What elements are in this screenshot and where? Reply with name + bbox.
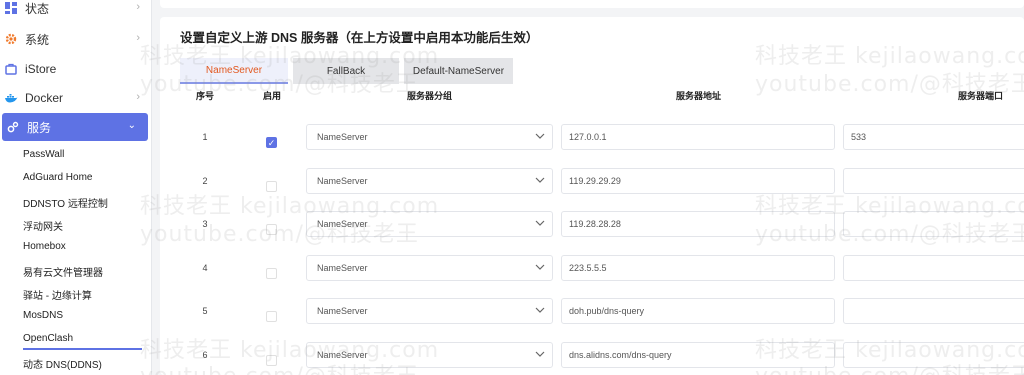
enable-checkbox[interactable] (266, 311, 277, 322)
chevron-right-icon: › (136, 32, 140, 44)
sidebar-subitem-openclash[interactable]: OpenClash (23, 333, 142, 350)
sidebar-item-istore[interactable]: iStore (0, 55, 152, 83)
server-port-input[interactable] (843, 298, 1024, 324)
sidebar-subitem-adguard[interactable]: AdGuard Home (23, 172, 92, 183)
enable-checkbox[interactable]: ✓ (266, 137, 277, 148)
enable-checkbox[interactable] (266, 268, 277, 279)
gear-icon (4, 32, 18, 46)
tab-fallback[interactable]: FallBack (293, 58, 399, 84)
tab-default-nameserver[interactable]: Default-NameServer (404, 58, 513, 84)
row-index: 5 (202, 306, 208, 316)
chevron-down-icon (535, 133, 545, 139)
server-address-input[interactable]: 119.28.28.28 (561, 211, 835, 237)
sidebar-subitem-edge-compute[interactable]: 驿站 - 边缘计算 (23, 287, 92, 302)
server-address-input[interactable]: 119.29.29.29 (561, 168, 835, 194)
server-group-select[interactable]: NameServer (306, 255, 553, 281)
enable-checkbox[interactable] (266, 355, 277, 366)
chevron-down-icon (535, 220, 545, 226)
sidebar-item-status[interactable]: 状态 › (0, 0, 152, 22)
dashboard-icon (4, 1, 18, 15)
sidebar-item-docker[interactable]: Docker › (0, 84, 152, 112)
row-index: 6 (202, 350, 208, 360)
enable-checkbox[interactable] (266, 181, 277, 192)
row-index: 1 (202, 132, 208, 142)
sidebar-item-label: iStore (25, 62, 57, 76)
server-port-input[interactable] (843, 255, 1024, 281)
row-index: 2 (202, 176, 208, 186)
server-port-input[interactable] (843, 168, 1024, 194)
sidebar-subitem-homebox[interactable]: Homebox (23, 241, 66, 252)
column-header-index: 序号 (196, 91, 215, 101)
column-header-enabled: 启用 (263, 91, 282, 101)
server-address-input[interactable]: 223.5.5.5 (561, 255, 835, 281)
chevron-down-icon (535, 264, 545, 270)
section-title: 设置自定义上游 DNS 服务器（在上方设置中启用本功能后生效） (180, 31, 539, 45)
dns-settings-card: 设置自定义上游 DNS 服务器（在上方设置中启用本功能后生效） NameServ… (160, 17, 1024, 375)
chevron-down-icon (535, 177, 545, 183)
chevron-down-icon: ⌄ (127, 120, 136, 131)
server-group-select[interactable]: NameServer (306, 298, 553, 324)
sidebar-subitem-floating-gateway[interactable]: 浮动网关 (23, 218, 63, 233)
server-group-select[interactable]: NameServer (306, 211, 553, 237)
chevron-down-icon (535, 351, 545, 357)
server-address-input[interactable]: doh.pub/dns-query (561, 298, 835, 324)
chevron-right-icon: › (136, 91, 140, 103)
server-port-input[interactable] (843, 211, 1024, 237)
server-port-input[interactable] (843, 342, 1024, 368)
column-header-address: 服务器地址 (676, 91, 722, 101)
sidebar-subitem-mosdns[interactable]: MosDNS (23, 310, 63, 321)
row-index: 4 (202, 263, 208, 273)
sidebar-item-label: 状态 (25, 1, 50, 16)
sidebar-item-label: 服务 (27, 120, 52, 135)
server-group-select[interactable]: NameServer (306, 124, 553, 150)
sidebar-item-services[interactable]: 服务 ⌄ (2, 113, 148, 141)
server-port-input[interactable]: 533 (843, 124, 1024, 150)
sidebar-subitem-ddnsto[interactable]: DDNSTO 远程控制 (23, 195, 108, 210)
docker-icon (4, 91, 18, 105)
server-group-select[interactable]: NameServer (306, 342, 553, 368)
sidebar-subitem-ddns[interactable]: 动态 DNS(DDNS) (23, 356, 102, 371)
sidebar-item-label: Docker (25, 91, 64, 105)
column-header-port: 服务器端口 (958, 91, 1004, 101)
sidebar-subitem-file-manager[interactable]: 易有云文件管理器 (23, 264, 103, 279)
sidebar-subitem-passwall[interactable]: PassWall (23, 149, 64, 160)
column-header-group: 服务器分组 (407, 91, 453, 101)
sidebar-item-system[interactable]: 系统 › (0, 25, 152, 53)
main-content: 设置自定义上游 DNS 服务器（在上方设置中启用本功能后生效） NameServ… (152, 0, 1024, 375)
enable-checkbox[interactable] (266, 224, 277, 235)
row-index: 3 (202, 219, 208, 229)
chevron-down-icon (535, 307, 545, 313)
server-address-input[interactable]: dns.alidns.com/dns-query (561, 342, 835, 368)
top-card (160, 0, 1024, 8)
sidebar-item-label: 系统 (25, 32, 50, 47)
tab-nameserver[interactable]: NameServer (180, 58, 288, 84)
services-icon (6, 120, 20, 134)
sidebar: 状态 › 系统 › iStore Docker › 服务 ⌄ PassWall … (0, 0, 152, 375)
server-address-input[interactable]: 127.0.0.1 (561, 124, 835, 150)
server-group-select[interactable]: NameServer (306, 168, 553, 194)
chevron-right-icon: › (136, 1, 140, 13)
store-icon (4, 62, 18, 76)
